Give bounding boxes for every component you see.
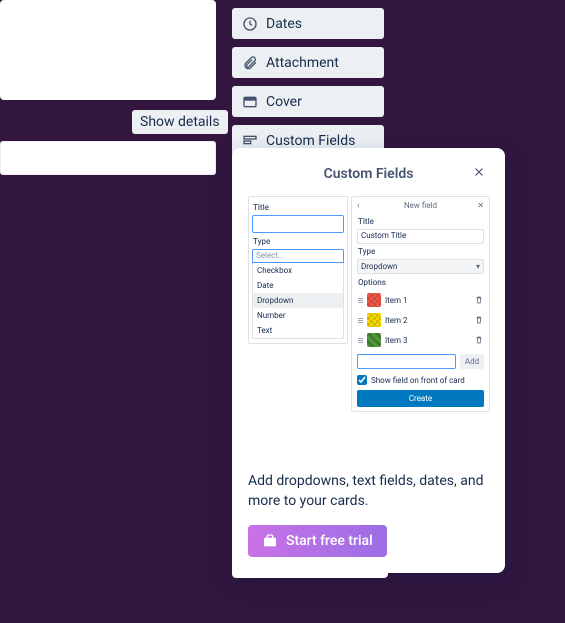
start-free-trial-button[interactable]: Start free trial <box>248 525 387 557</box>
preview-type-listbox: Checkbox Date Dropdown Number Text <box>252 263 344 339</box>
preview-right-type-label: Type <box>358 247 483 256</box>
card-panel <box>0 0 216 100</box>
preview-create-button: Create <box>357 390 484 407</box>
preview-back-icon: ‹ <box>357 201 360 211</box>
briefcase-icon <box>262 533 278 549</box>
card-bottom-edge <box>232 566 388 578</box>
preview-new-field-header: ‹ New field ✕ <box>357 201 484 215</box>
custom-fields-label: Custom Fields <box>266 133 355 149</box>
drag-handle-icon <box>357 318 363 323</box>
color-swatch-green <box>367 333 381 347</box>
preview-option-row: Item 2 <box>357 310 484 330</box>
preview-title-label: Title <box>253 203 343 212</box>
popover-title: Custom Fields <box>324 166 414 182</box>
preview-left-panel: Title Type Select... Checkbox Date Dropd… <box>248 196 348 344</box>
preview-right-type-dropdown: Dropdown ▾ <box>357 259 484 274</box>
drag-handle-icon <box>357 298 363 303</box>
dates-button[interactable]: Dates <box>232 8 384 39</box>
cover-label: Cover <box>266 94 302 110</box>
delete-option-icon <box>474 335 484 345</box>
preview-option-row: Item 3 <box>357 330 484 350</box>
preview-show-on-front-label: Show field on front of card <box>371 376 465 385</box>
cover-button[interactable]: Cover <box>232 86 384 117</box>
custom-fields-popover: Custom Fields Title Type Select... Check… <box>232 148 505 573</box>
delete-option-icon <box>474 295 484 305</box>
preview-type-select: Select... <box>252 249 344 263</box>
popover-description: Add dropdowns, text fields, dates, and m… <box>248 472 489 511</box>
custom-fields-icon <box>242 133 258 149</box>
card-actions-sidebar: Dates Attachment Cover Custom Fields <box>232 8 384 156</box>
chevron-down-icon: ▾ <box>476 262 480 271</box>
preview-option-label: Item 1 <box>385 296 470 305</box>
color-swatch-red <box>367 293 381 307</box>
preview-right-title-input: Custom Title <box>357 229 484 244</box>
drag-handle-icon <box>357 338 363 343</box>
close-icon <box>472 165 486 179</box>
preview-checkbox-input <box>357 375 367 385</box>
attachment-label: Attachment <box>266 55 339 71</box>
preview-add-option-button: Add <box>460 354 484 369</box>
preview-options-label: Options <box>358 278 483 287</box>
preview-option-row: Item 1 <box>357 290 484 310</box>
preview-add-option-row: Add <box>357 354 484 369</box>
clock-icon <box>242 16 258 32</box>
popover-close-button[interactable] <box>469 162 489 182</box>
preview-option-text: Text <box>253 323 343 338</box>
preview-option-number: Number <box>253 308 343 323</box>
preview-right-panel: ‹ New field ✕ Title Custom Title Type Dr… <box>351 196 490 412</box>
preview-option-date: Date <box>253 278 343 293</box>
preview-type-label: Type <box>253 237 343 246</box>
cover-icon <box>242 94 258 110</box>
preview-title-input <box>252 215 344 233</box>
paperclip-icon <box>242 55 258 71</box>
preview-new-field-title: New field <box>404 201 437 210</box>
popover-header: Custom Fields <box>248 160 489 196</box>
preview-option-label: Item 2 <box>385 316 470 325</box>
preview-option-label: Item 3 <box>385 336 470 345</box>
attachment-button[interactable]: Attachment <box>232 47 384 78</box>
show-details-button[interactable]: Show details <box>132 110 228 134</box>
delete-option-icon <box>474 315 484 325</box>
dates-label: Dates <box>266 16 302 32</box>
color-swatch-yellow <box>367 313 381 327</box>
preview-option-dropdown: Dropdown <box>253 293 343 308</box>
preview-close-icon: ✕ <box>477 201 484 210</box>
preview-option-checkbox: Checkbox <box>253 263 343 278</box>
preview-add-option-input <box>357 354 456 369</box>
description-input[interactable] <box>0 141 216 175</box>
custom-fields-preview: Title Type Select... Checkbox Date Dropd… <box>248 196 489 456</box>
preview-right-type-value: Dropdown <box>361 262 397 271</box>
preview-right-title-label: Title <box>358 217 483 226</box>
preview-show-on-front-checkbox: Show field on front of card <box>357 375 484 385</box>
trial-button-label: Start free trial <box>286 533 373 549</box>
